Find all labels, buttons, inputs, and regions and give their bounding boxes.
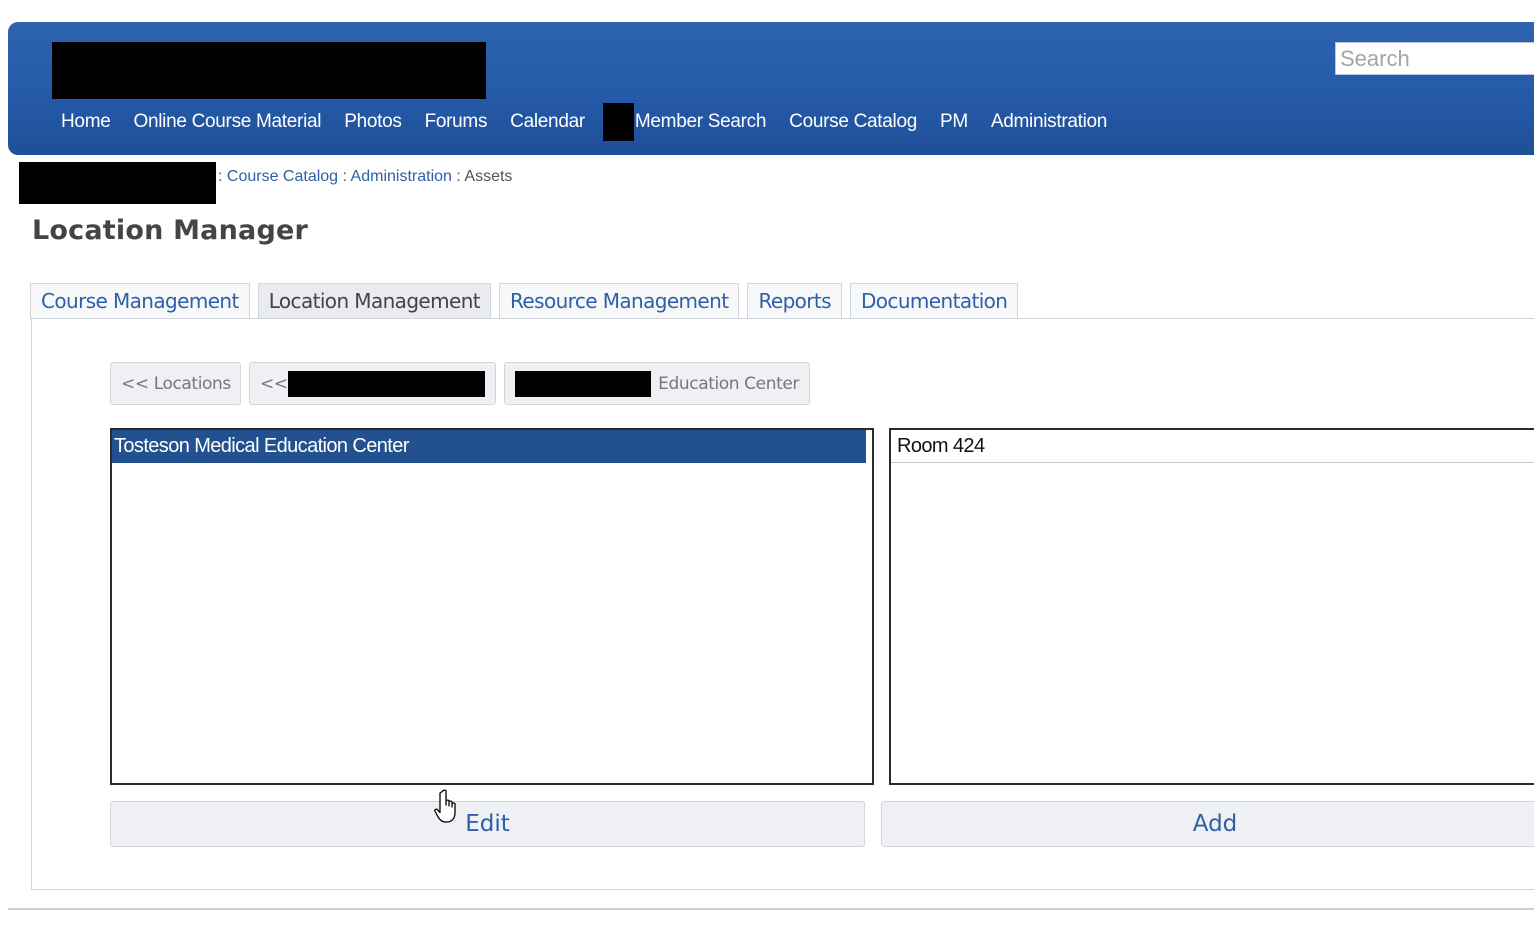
hand-pointer-icon — [434, 789, 456, 823]
tab-reports[interactable]: Reports — [747, 283, 842, 319]
tab-location-management[interactable]: Location Management — [257, 283, 492, 319]
add-button[interactable]: Add — [881, 801, 1534, 847]
nav-forums[interactable]: Forums — [425, 111, 488, 133]
breadcrumb-separator: : — [218, 168, 223, 185]
search-input[interactable] — [1335, 42, 1534, 75]
back-to-parent-prefix: << — [260, 373, 288, 394]
breadcrumb-separator: : — [456, 168, 461, 185]
site-header: Home Online Course Material Photos Forum… — [8, 22, 1534, 155]
back-to-parent-button[interactable]: << — [249, 362, 496, 405]
breadcrumb-assets: Assets — [464, 168, 513, 185]
footer-divider — [8, 908, 1534, 910]
current-location-label: Education Center — [658, 373, 799, 394]
tab-resource-management[interactable]: Resource Management — [499, 283, 740, 319]
nav-calendar[interactable]: Calendar — [510, 111, 585, 133]
nav-member-search[interactable]: Member Search — [635, 111, 767, 133]
nav-course-catalog[interactable]: Course Catalog — [789, 111, 917, 133]
breadcrumb: : Course Catalog : Administration : Asse… — [218, 168, 512, 186]
nav-pm[interactable]: PM — [940, 111, 968, 133]
redacted-parent-name — [287, 370, 485, 397]
list-item[interactable]: Room 424 — [891, 430, 1534, 463]
edit-button[interactable]: Edit — [110, 801, 865, 847]
back-to-locations-label: << Locations — [121, 373, 231, 394]
nav-photos[interactable]: Photos — [344, 111, 402, 133]
breadcrumb-separator: : — [342, 168, 347, 185]
redacted-breadcrumb-root — [19, 162, 216, 204]
nav-home[interactable]: Home — [61, 111, 111, 133]
tab-bar: Course Management Location Management Re… — [30, 283, 1026, 319]
tab-documentation[interactable]: Documentation — [850, 283, 1019, 319]
breadcrumb-administration[interactable]: Administration — [351, 168, 452, 185]
redacted-nav-item — [602, 103, 634, 141]
redacted-logo — [52, 42, 486, 99]
nav-online-course-material[interactable]: Online Course Material — [133, 111, 321, 133]
main-nav: Home Online Course Material Photos Forum… — [8, 103, 1107, 141]
list-item[interactable]: Tosteson Medical Education Center — [112, 430, 866, 463]
buildings-listbox[interactable]: Tosteson Medical Education Center — [110, 428, 874, 785]
redacted-location-name — [515, 370, 652, 397]
nav-administration[interactable]: Administration — [991, 111, 1107, 133]
page-title: Location Manager — [32, 215, 308, 246]
tab-course-management[interactable]: Course Management — [30, 283, 250, 319]
back-to-locations-button[interactable]: << Locations — [110, 362, 241, 405]
breadcrumb-course-catalog[interactable]: Course Catalog — [227, 168, 338, 185]
current-location-button[interactable]: Education Center — [504, 362, 810, 405]
rooms-listbox[interactable]: Room 424 — [889, 428, 1534, 785]
